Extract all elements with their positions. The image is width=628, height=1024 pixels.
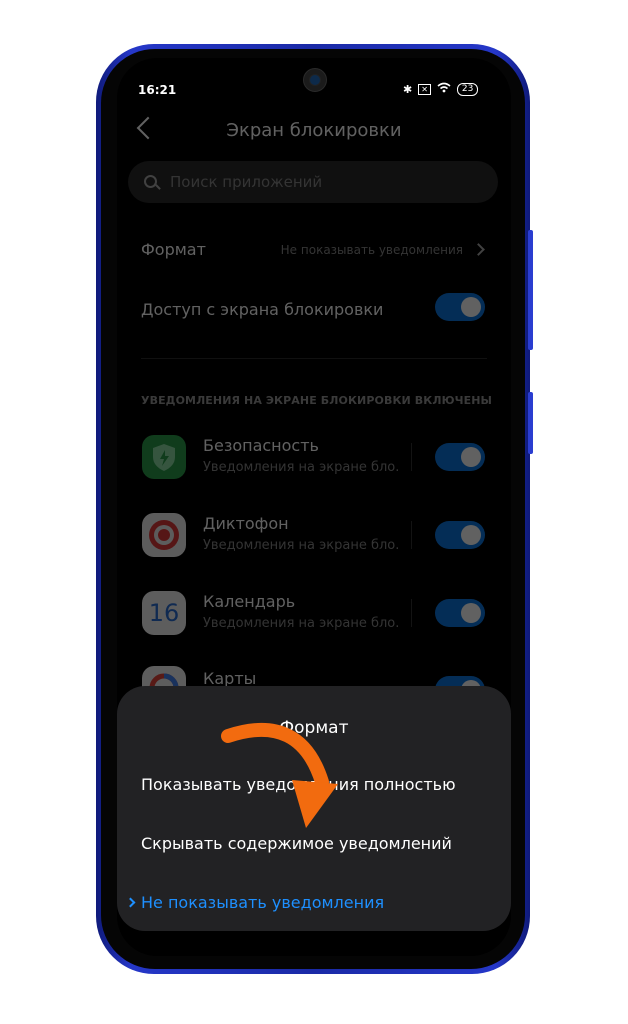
annotation-arrow-icon [221,722,338,828]
